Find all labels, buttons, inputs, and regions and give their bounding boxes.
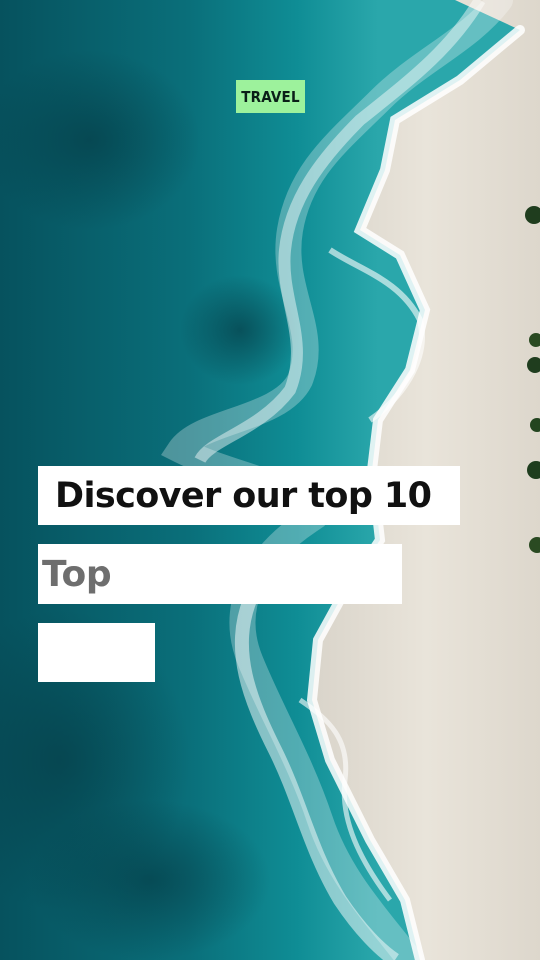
headline-line-2[interactable]: Top: [38, 544, 402, 604]
headline-text-1: Discover our top 10: [55, 475, 432, 516]
headline-line-3-empty[interactable]: [38, 623, 155, 682]
category-badge: TRAVEL: [236, 80, 305, 113]
story-canvas: TRAVEL Discover our top 10 Top: [0, 0, 540, 960]
headline-text-2: Top: [42, 553, 112, 595]
headline-line-1[interactable]: Discover our top 10: [38, 466, 460, 525]
